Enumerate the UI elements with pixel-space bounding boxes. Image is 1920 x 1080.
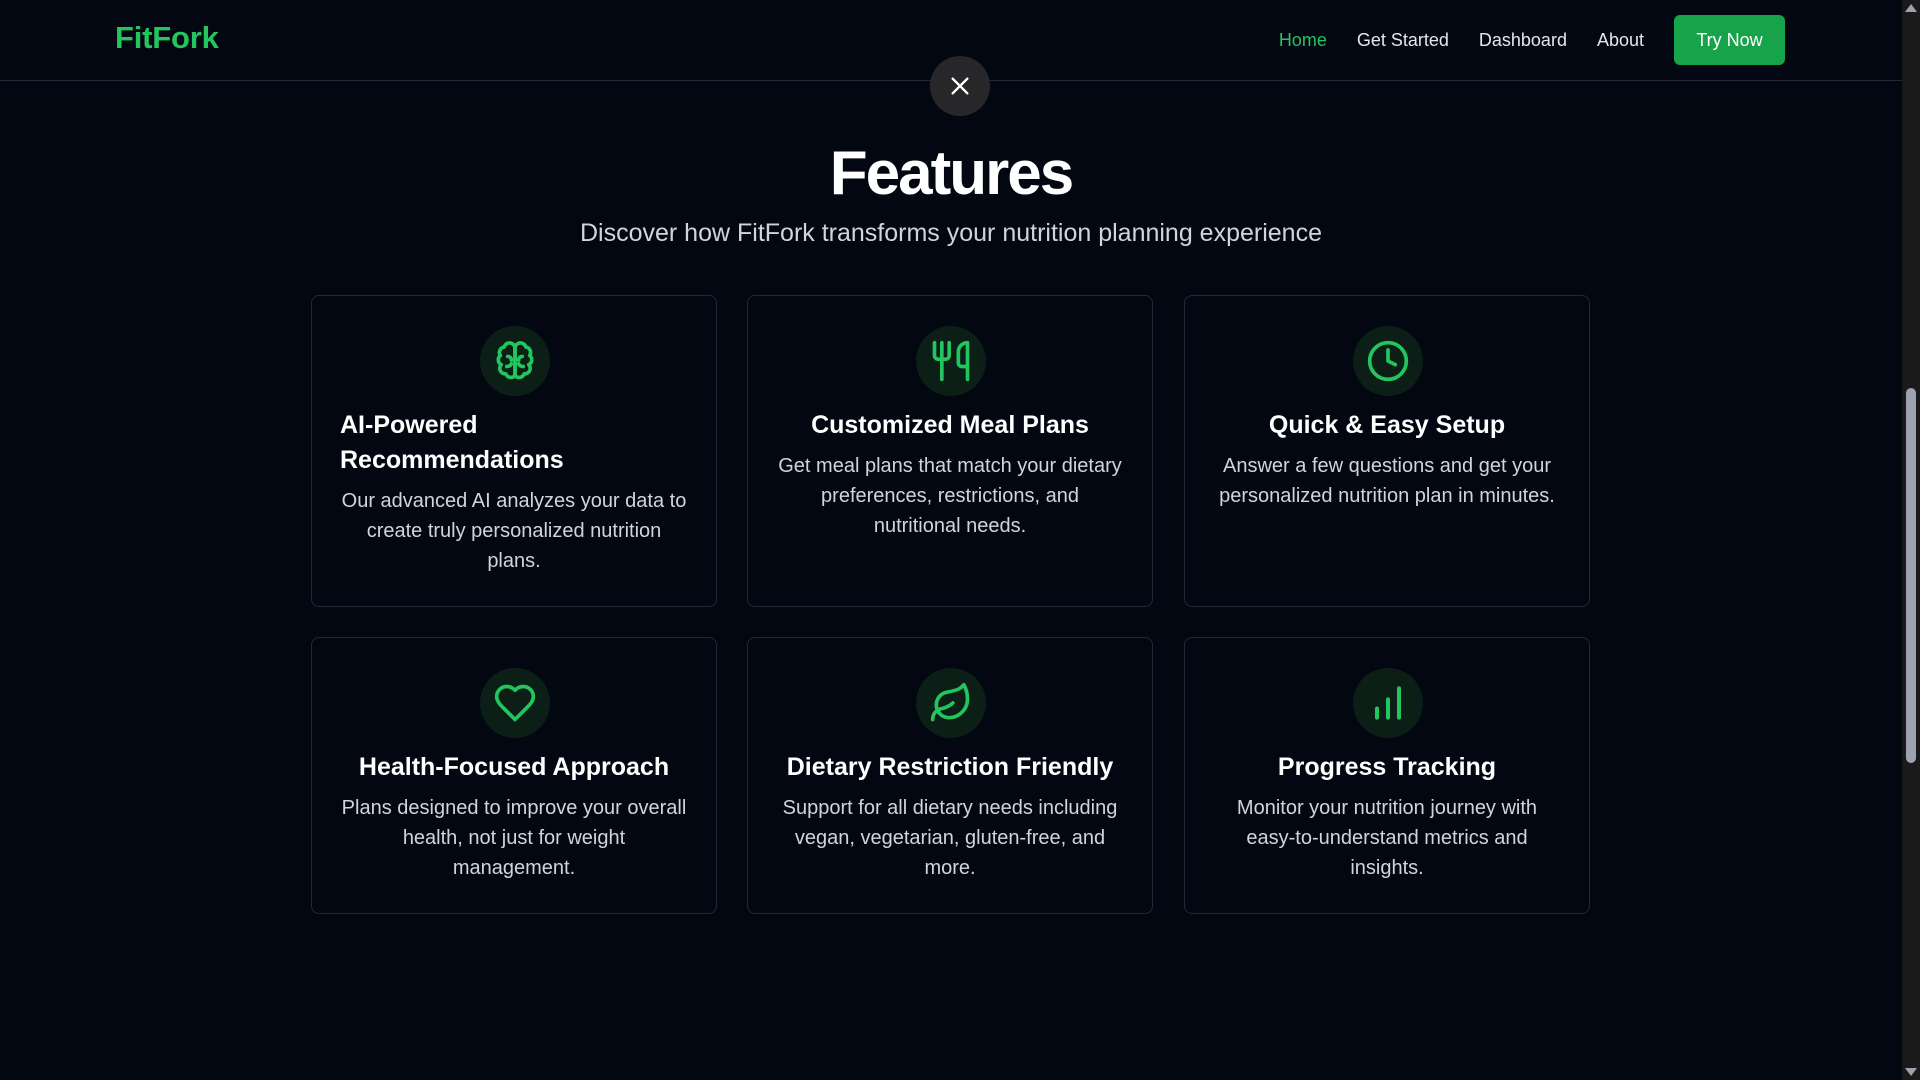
feature-card-dietary: Dietary Restriction Friendly Support for… <box>747 637 1153 914</box>
bar-chart-icon <box>1374 686 1402 720</box>
scroll-down-icon[interactable] <box>1905 1068 1917 1076</box>
page-scrollbar[interactable] <box>1902 0 1920 1080</box>
feature-description: Get meal plans that match your dietary p… <box>778 455 1122 537</box>
feature-description: Answer a few questions and get your pers… <box>1219 455 1555 507</box>
brain-icon <box>496 341 534 380</box>
nav-home[interactable]: Home <box>1279 30 1327 51</box>
feature-card-health: Health-Focused Approach Plans designed t… <box>311 637 717 914</box>
clock-icon <box>1367 340 1409 382</box>
feature-description: Monitor your nutrition journey with easy… <box>1236 797 1538 879</box>
main-nav: Home Get Started Dashboard About Try Now <box>1279 15 1785 65</box>
feature-card-ai: AI-Powered Recommendations Our advanced … <box>311 295 717 607</box>
feature-card-setup: Quick & Easy Setup Answer a few question… <box>1184 295 1590 607</box>
feature-description: Our advanced AI analyzes your data to cr… <box>341 490 687 572</box>
feature-icon-wrap <box>480 668 550 738</box>
brand-logo[interactable]: FitFork <box>115 20 219 56</box>
features-title: Features <box>829 139 1074 208</box>
nav-get-started[interactable]: Get Started <box>1357 30 1449 51</box>
page: FitFork Home Get Started Dashboard About… <box>0 0 1920 1080</box>
feature-card-progress: Progress Tracking Monitor your nutrition… <box>1184 637 1590 914</box>
feature-icon-wrap <box>1353 326 1423 396</box>
feature-title: Customized Meal Plans <box>811 411 1089 439</box>
feature-description: Support for all dietary needs including … <box>782 797 1118 879</box>
close-button[interactable] <box>930 56 990 116</box>
feature-title: AI-Powered Recommendations <box>340 411 564 474</box>
feature-description: Plans designed to improve your overall h… <box>341 797 687 879</box>
feature-title: Progress Tracking <box>1277 753 1497 781</box>
utensils-icon <box>932 340 970 382</box>
try-now-button[interactable]: Try Now <box>1674 15 1785 65</box>
feature-icon-wrap <box>480 326 550 396</box>
feature-icon-wrap <box>916 326 986 396</box>
heart-icon <box>494 684 536 722</box>
scroll-up-icon[interactable] <box>1905 4 1917 12</box>
nav-dashboard[interactable]: Dashboard <box>1479 30 1567 51</box>
nav-about[interactable]: About <box>1597 30 1644 51</box>
feature-icon-wrap <box>1353 668 1423 738</box>
close-icon <box>951 77 969 95</box>
leaf-icon <box>930 682 970 722</box>
feature-card-meal-plans: Customized Meal Plans Get meal plans tha… <box>747 295 1153 607</box>
feature-title: Health-Focused Approach <box>358 753 670 781</box>
feature-title: Dietary Restriction Friendly <box>786 753 1114 781</box>
scroll-thumb[interactable] <box>1906 388 1916 763</box>
features-subtitle: Discover how FitFork transforms your nut… <box>580 219 1322 247</box>
feature-title: Quick & Easy Setup <box>1268 411 1506 439</box>
feature-icon-wrap <box>916 668 986 738</box>
